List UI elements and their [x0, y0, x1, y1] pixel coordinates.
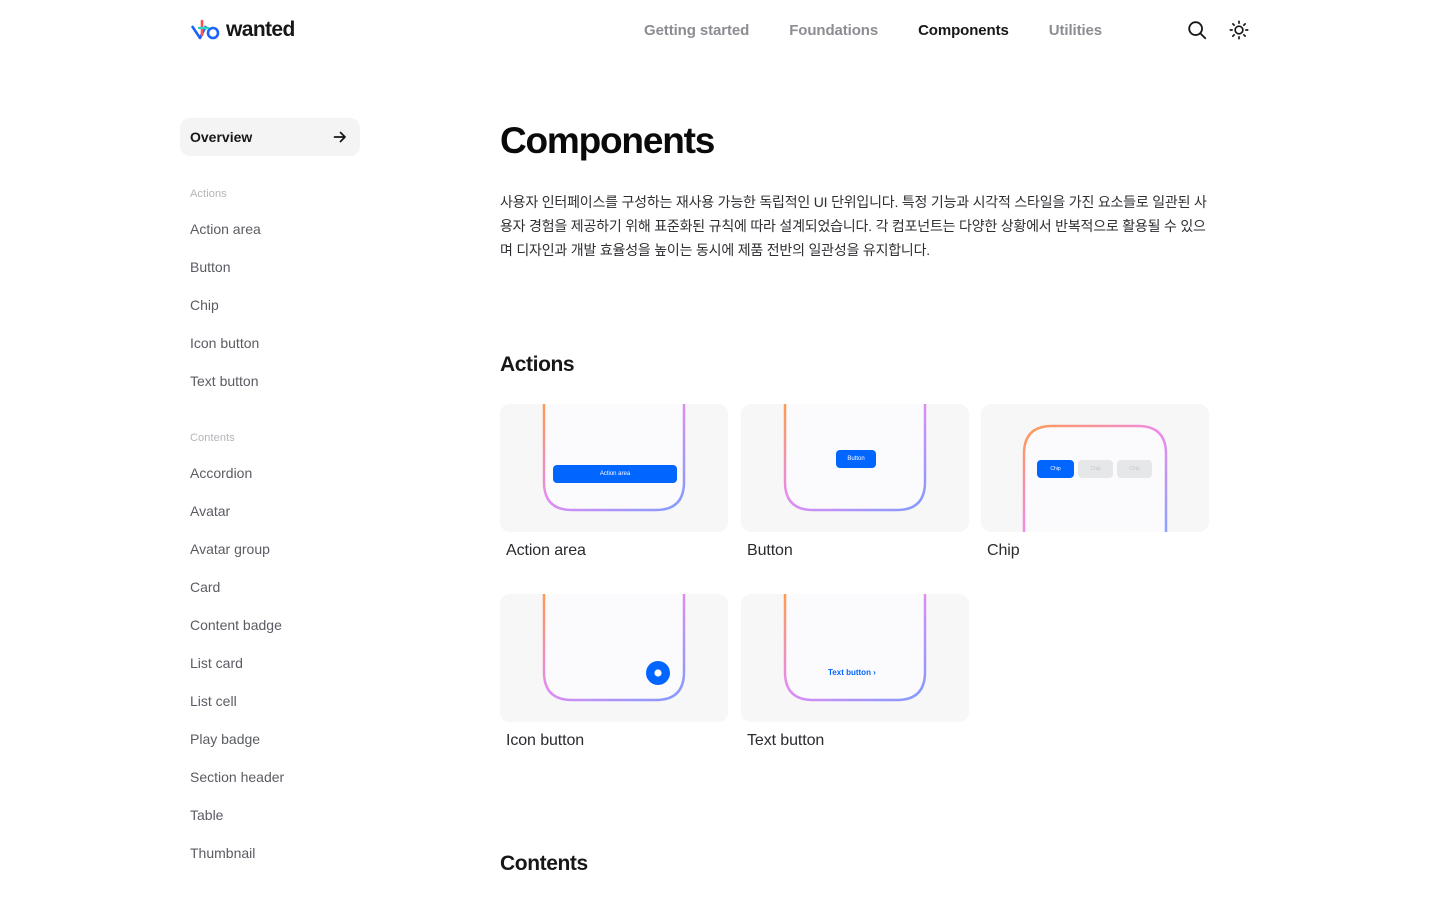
component-card-text-button[interactable]: Text button › Text button [741, 594, 969, 750]
card-title: Chip [987, 542, 1020, 559]
site-header: wanted Getting started Foundations Compo… [0, 0, 1440, 62]
preview-chip-selected: Chip [1037, 460, 1074, 478]
brand-logo[interactable]: wanted [190, 17, 295, 43]
section-title-contents: Contents [500, 852, 588, 875]
card-preview [500, 594, 728, 722]
sidebar-item-action-area[interactable]: Action area [190, 221, 261, 237]
sidebar-item-table[interactable]: Table [190, 807, 223, 823]
nav-getting-started[interactable]: Getting started [644, 20, 749, 42]
arrow-right-icon [333, 131, 346, 143]
nav-components[interactable]: Components [918, 20, 1009, 42]
page-description: 사용자 인터페이스를 구성하는 재사용 가능한 독립적인 UI 단위입니다. 특… [500, 194, 1207, 258]
sidebar-item-icon-button[interactable]: Icon button [190, 335, 259, 351]
sidebar-item-card[interactable]: Card [190, 579, 220, 595]
component-card-action-area[interactable]: Action area Action area [500, 404, 728, 560]
sidebar-overview-label: Overview [190, 129, 253, 145]
sidebar: Overview Actions Action area Button Chip… [180, 118, 360, 861]
sidebar-item-accordion[interactable]: Accordion [190, 465, 252, 481]
preview-text-button: Text button › [828, 668, 876, 677]
page-title: Components [500, 120, 715, 161]
sun-icon [1229, 20, 1249, 40]
card-title: Icon button [506, 732, 585, 749]
sidebar-item-content-badge[interactable]: Content badge [190, 617, 282, 633]
card-preview: Button [741, 404, 969, 532]
sidebar-item-play-badge[interactable]: Play badge [190, 731, 260, 747]
card-title: Button [747, 542, 793, 559]
wanted-logo-icon [190, 19, 220, 40]
component-card-icon-button[interactable]: Icon button [500, 594, 728, 750]
preview-chip: Chip [1117, 460, 1152, 478]
preview-button: Button [836, 450, 876, 468]
sidebar-group-actions: Actions [190, 188, 227, 200]
sidebar-item-text-button[interactable]: Text button [190, 373, 259, 389]
nav-utilities[interactable]: Utilities [1049, 20, 1102, 42]
sidebar-item-chip[interactable]: Chip [190, 297, 219, 313]
nav-foundations[interactable]: Foundations [789, 20, 878, 42]
phone-frame-illustration [783, 404, 927, 512]
sidebar-overview-link[interactable]: Overview [180, 118, 360, 156]
card-title: Action area [506, 542, 586, 559]
search-button[interactable] [1185, 18, 1209, 42]
top-nav: Getting started Foundations Components U… [644, 20, 1102, 42]
sidebar-item-list-cell[interactable]: List cell [190, 693, 237, 709]
card-title: Text button [747, 732, 825, 749]
component-card-button[interactable]: Button Button [741, 404, 969, 560]
sidebar-item-avatar[interactable]: Avatar [190, 503, 230, 519]
preview-chip: Chip [1078, 460, 1113, 478]
theme-toggle-button[interactable] [1227, 18, 1251, 42]
section-title-actions: Actions [500, 353, 575, 376]
phone-frame-illustration [783, 594, 927, 702]
sidebar-item-button[interactable]: Button [190, 259, 230, 275]
sidebar-item-section-header[interactable]: Section header [190, 769, 284, 785]
search-icon [1188, 21, 1207, 40]
component-card-chip[interactable]: Chip Chip Chip Chip [981, 404, 1209, 560]
phone-frame-illustration [542, 594, 686, 702]
card-preview: Chip Chip Chip [981, 404, 1209, 532]
sidebar-item-thumbnail[interactable]: Thumbnail [190, 845, 255, 861]
preview-action-area-button: Action area [553, 465, 677, 483]
sidebar-item-avatar-group[interactable]: Avatar group [190, 541, 270, 557]
brand-name: wanted [226, 18, 295, 41]
sidebar-item-list-card[interactable]: List card [190, 655, 243, 671]
sidebar-group-contents: Contents [190, 432, 235, 444]
card-preview: Text button › [741, 594, 969, 722]
card-preview: Action area [500, 404, 728, 532]
